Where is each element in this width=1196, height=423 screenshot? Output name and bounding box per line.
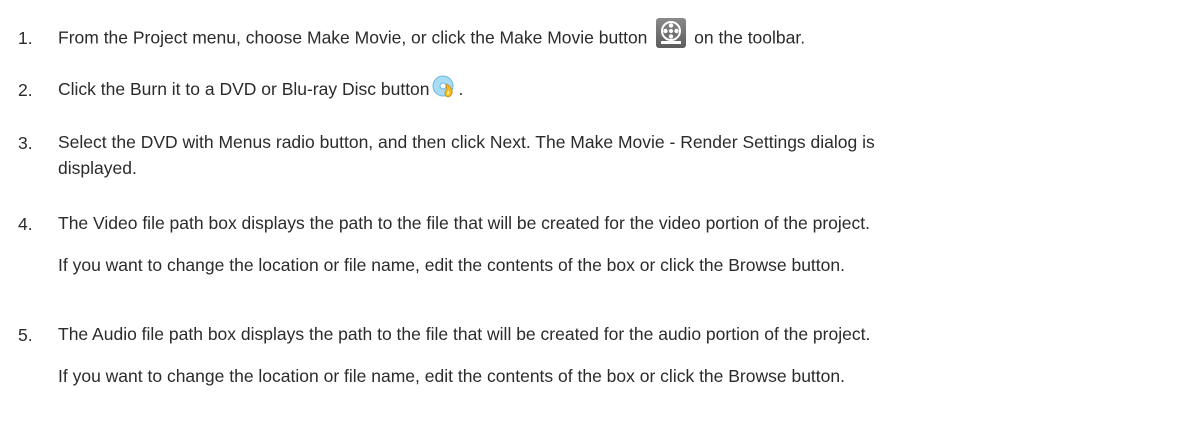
step-text-line-1: The Video file path box displays the pat… xyxy=(58,213,870,233)
burn-disc-icon xyxy=(432,75,456,99)
step-text-line-1: Select the DVD with Menus radio button, … xyxy=(58,132,875,152)
step-text-before: From the Project menu, choose Make Movie… xyxy=(58,27,648,48)
step-number: 4. xyxy=(18,214,33,234)
step-text: From the Project menu, choose Make Movie… xyxy=(58,18,806,54)
step-text-line-2: If you want to change the location or fi… xyxy=(58,366,845,386)
step-text-line-1: The Audio file path box displays the pat… xyxy=(58,324,871,344)
step-text: Click the Burn it to a DVD or Blu-ray Di… xyxy=(58,75,464,102)
step-number: 3. xyxy=(18,133,33,153)
step-number: 5. xyxy=(18,325,33,345)
step-text-line-2: If you want to change the location or fi… xyxy=(58,255,845,275)
step-text-after: . xyxy=(458,79,464,99)
make-movie-button-icon xyxy=(656,18,687,48)
step-text-line-2: displayed. xyxy=(58,158,137,178)
step-number: 1. xyxy=(18,28,33,48)
step-number: 2. xyxy=(18,80,33,100)
step-text-before: Click the Burn it to a DVD or Blu-ray Di… xyxy=(58,79,430,99)
step-text-after: on the toolbar. xyxy=(694,27,806,48)
